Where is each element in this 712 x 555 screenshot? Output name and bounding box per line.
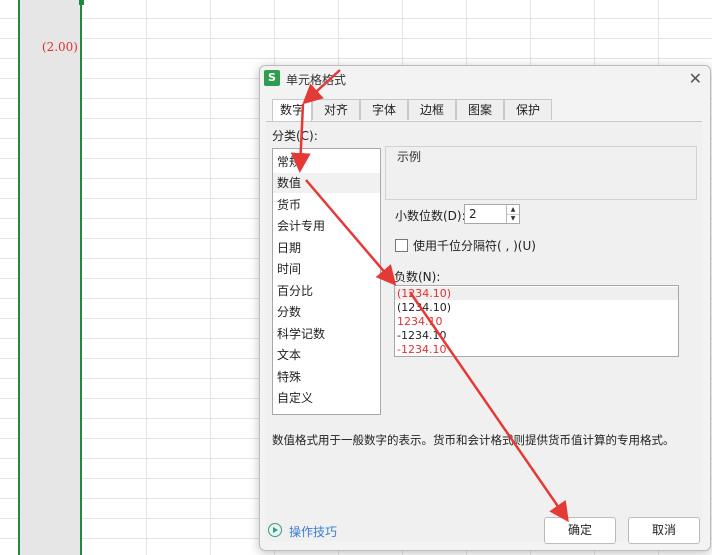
app-logo-icon: S — [264, 70, 280, 86]
selected-column[interactable] — [18, 0, 82, 555]
cell-value[interactable]: (2.00) — [24, 40, 78, 54]
thousands-separator-label[interactable]: 使用千位分隔符( , )(U) — [413, 237, 536, 254]
list-item[interactable]: 特殊 — [277, 367, 301, 387]
format-description: 数值格式用于一般数字的表示。货币和会计格式则提供货币值计算的专用格式。 — [272, 433, 675, 447]
decrement-icon[interactable]: ▼ — [507, 214, 519, 223]
tab-protection[interactable]: 保护 — [504, 99, 552, 120]
negative-option[interactable]: -1234.10 — [397, 329, 446, 342]
negative-option[interactable]: 1234.10 — [397, 315, 443, 328]
list-item[interactable]: 自定义 — [277, 388, 313, 408]
cancel-button[interactable]: 取消 — [628, 517, 700, 544]
tab-font[interactable]: 字体 — [360, 99, 408, 120]
sample-box — [385, 146, 697, 200]
play-icon — [268, 523, 282, 537]
thousands-separator-checkbox[interactable] — [395, 239, 408, 252]
tab-number[interactable]: 数字 — [272, 99, 312, 121]
list-item[interactable]: 科学记数 — [277, 324, 325, 344]
tab-pattern[interactable]: 图案 — [456, 99, 504, 120]
list-item[interactable]: 货币 — [277, 195, 301, 215]
tab-divider — [266, 121, 702, 122]
stepper-buttons: ▲ ▼ — [506, 205, 519, 223]
ok-button[interactable]: 确定 — [544, 517, 616, 544]
negative-option[interactable]: -1234.10 — [397, 343, 446, 356]
negative-numbers-label: 负数(N): — [394, 270, 441, 284]
tab-alignment[interactable]: 对齐 — [312, 99, 360, 120]
list-item[interactable]: 会计专用 — [277, 216, 325, 236]
list-item[interactable]: 百分比 — [277, 281, 313, 301]
decimal-places-stepper[interactable]: 2 ▲ ▼ — [464, 204, 520, 224]
decimal-places-value[interactable]: 2 — [469, 207, 477, 221]
help-link-label[interactable]: 操作技巧 — [289, 523, 337, 540]
fill-handle[interactable] — [79, 0, 84, 5]
list-item[interactable]: 分数 — [277, 302, 301, 322]
tab-border[interactable]: 边框 — [408, 99, 456, 120]
dialog-title: 单元格格式 — [286, 73, 347, 87]
close-icon[interactable]: ✕ — [689, 69, 702, 88]
list-item-selected[interactable]: 数值 — [273, 173, 380, 193]
negative-option[interactable]: (1234.10) — [397, 301, 451, 314]
list-item[interactable]: 日期 — [277, 238, 301, 258]
list-item[interactable]: 时间 — [277, 259, 301, 279]
sample-label: 示例 — [395, 148, 424, 165]
format-cells-dialog: S 单元格格式 ✕ 数字 对齐 字体 边框 图案 保护 分类(C): 常规 数值… — [259, 65, 711, 551]
negative-option-selected[interactable]: (1234.10) — [395, 287, 678, 300]
dialog-titlebar[interactable]: S 单元格格式 ✕ — [260, 66, 710, 94]
decimal-places-label: 小数位数(D): — [395, 209, 466, 223]
negative-numbers-list[interactable]: (1234.10) (1234.10) 1234.10 -1234.10 -12… — [394, 285, 679, 357]
category-label: 分类(C): — [272, 129, 318, 143]
category-list[interactable]: 常规 数值 货币 会计专用 日期 时间 百分比 分数 科学记数 文本 特殊 自定… — [272, 148, 381, 415]
list-item[interactable]: 常规 — [277, 152, 301, 172]
list-item[interactable]: 文本 — [277, 345, 301, 365]
